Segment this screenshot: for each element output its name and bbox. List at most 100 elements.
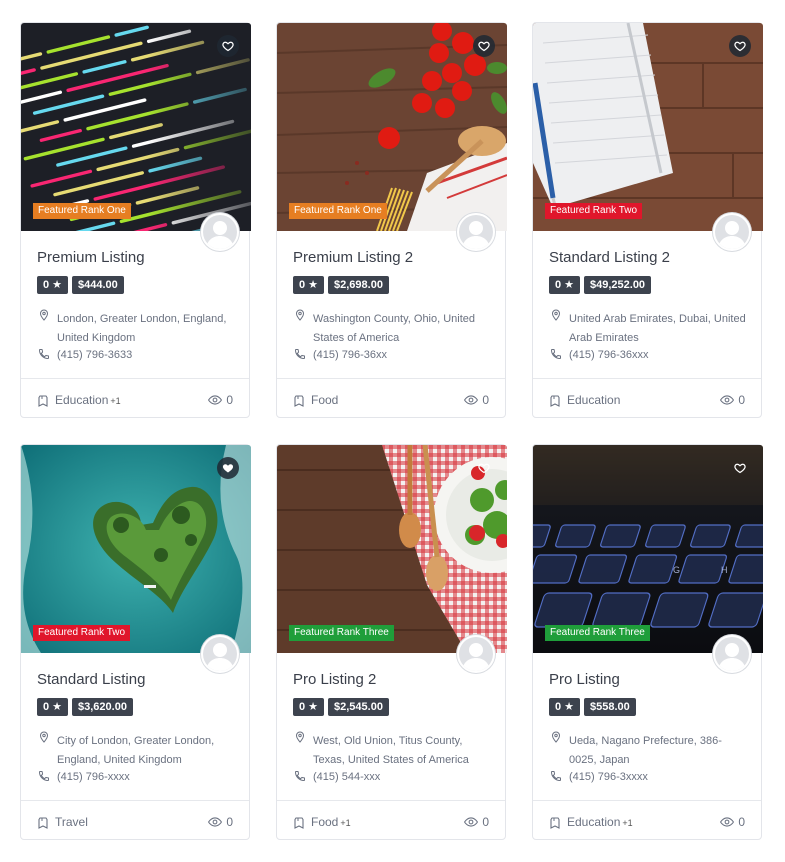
listing-address: London, Greater London, England, United … bbox=[57, 313, 227, 344]
phone-icon bbox=[550, 770, 562, 782]
favorite-heart-icon[interactable] bbox=[729, 35, 751, 57]
card-divider bbox=[21, 378, 249, 379]
favorite-heart-icon[interactable] bbox=[473, 35, 495, 57]
category-more-count[interactable]: +1 bbox=[340, 818, 350, 828]
card-divider bbox=[277, 800, 505, 801]
listing-title[interactable]: Pro Listing 2 bbox=[293, 671, 376, 688]
listing-address: City of London, Greater London, England,… bbox=[57, 735, 215, 766]
category-link[interactable]: Education +1 bbox=[567, 815, 633, 829]
price-chip: $2,545.00 bbox=[328, 698, 389, 716]
listing-card[interactable]: Featured Rank Three Pro Listing 2 0 ★ $2… bbox=[276, 444, 507, 840]
category-link[interactable]: Food bbox=[311, 393, 340, 407]
category-icon bbox=[38, 395, 49, 407]
author-avatar[interactable] bbox=[713, 213, 751, 251]
price-chip: $444.00 bbox=[72, 276, 124, 294]
listing-phone[interactable]: (415) 796-36xxx bbox=[569, 349, 649, 361]
eye-icon bbox=[464, 395, 478, 405]
author-avatar[interactable] bbox=[457, 213, 495, 251]
location-pin-icon bbox=[38, 731, 50, 743]
favorite-heart-icon[interactable] bbox=[217, 457, 239, 479]
location-pin-icon bbox=[294, 309, 306, 321]
author-avatar[interactable] bbox=[201, 635, 239, 673]
rating-chip: 0 ★ bbox=[37, 276, 69, 294]
favorite-heart-icon[interactable] bbox=[473, 457, 495, 479]
svg-text:G: G bbox=[673, 565, 680, 575]
category-icon bbox=[38, 817, 49, 829]
listing-address: Washington County, Ohio, United States o… bbox=[313, 313, 476, 344]
listing-phone[interactable]: (415) 796-36xx bbox=[313, 349, 387, 361]
eye-icon bbox=[464, 817, 478, 827]
card-divider bbox=[21, 800, 249, 801]
author-avatar[interactable] bbox=[201, 213, 239, 251]
card-divider bbox=[533, 378, 761, 379]
eye-icon bbox=[720, 395, 734, 405]
phone-icon bbox=[550, 348, 562, 360]
rating-chip: 0 ★ bbox=[37, 698, 69, 716]
listing-phone[interactable]: (415) 796-3633 bbox=[57, 349, 132, 361]
listing-image-salad-table[interactable] bbox=[277, 445, 507, 653]
featured-rank-badge: Featured Rank Two bbox=[545, 203, 643, 219]
location-pin-icon bbox=[550, 309, 562, 321]
featured-rank-badge: Featured Rank One bbox=[33, 203, 131, 219]
listing-card[interactable]: Featured Rank Two Standard Listing 0 ★ $… bbox=[20, 444, 251, 840]
phone-icon bbox=[38, 348, 50, 360]
view-count: 0 bbox=[720, 815, 745, 829]
view-count: 0 bbox=[208, 815, 233, 829]
listing-card[interactable]: GH Featured Rank Three Pro Listing 0 ★ $… bbox=[532, 444, 763, 840]
category-link[interactable]: Travel bbox=[55, 815, 90, 829]
category-icon bbox=[294, 395, 305, 407]
rating-chip: 0 ★ bbox=[293, 698, 325, 716]
listing-phone[interactable]: (415) 796-xxxx bbox=[57, 771, 130, 783]
listing-phone[interactable]: (415) 544-xxx bbox=[313, 771, 380, 783]
listing-title[interactable]: Standard Listing 2 bbox=[549, 249, 670, 266]
featured-rank-badge: Featured Rank Three bbox=[289, 625, 394, 641]
phone-icon bbox=[38, 770, 50, 782]
listing-title[interactable]: Premium Listing bbox=[37, 249, 145, 266]
author-avatar[interactable] bbox=[713, 635, 751, 673]
category-link[interactable]: Education bbox=[567, 393, 622, 407]
listing-title[interactable]: Standard Listing bbox=[37, 671, 145, 688]
eye-icon bbox=[720, 817, 734, 827]
featured-rank-badge: Featured Rank Two bbox=[33, 625, 131, 641]
phone-icon bbox=[294, 348, 306, 360]
listing-image-notebook[interactable] bbox=[533, 23, 763, 231]
location-pin-icon bbox=[294, 731, 306, 743]
listing-card[interactable]: Featured Rank Two Standard Listing 2 0 ★… bbox=[532, 22, 763, 418]
rating-chip: 0 ★ bbox=[293, 276, 325, 294]
listing-address: Ueda, Nagano Prefecture, 386-0025, Japan bbox=[569, 735, 722, 766]
price-chip: $2,698.00 bbox=[328, 276, 389, 294]
price-chip: $3,620.00 bbox=[72, 698, 133, 716]
rating-chip: 0 ★ bbox=[549, 276, 581, 294]
listing-address: United Arab Emirates, Dubai, United Arab… bbox=[569, 313, 746, 344]
category-more-count[interactable]: +1 bbox=[110, 396, 120, 406]
view-count: 0 bbox=[464, 393, 489, 407]
featured-rank-badge: Featured Rank Three bbox=[545, 625, 650, 641]
view-count: 0 bbox=[720, 393, 745, 407]
svg-text:H: H bbox=[721, 565, 728, 575]
listing-card[interactable]: Featured Rank One Premium Listing 2 0 ★ … bbox=[276, 22, 507, 418]
category-icon bbox=[294, 817, 305, 829]
location-pin-icon bbox=[550, 731, 562, 743]
listing-phone[interactable]: (415) 796-3xxxx bbox=[569, 771, 648, 783]
favorite-heart-icon[interactable] bbox=[217, 35, 239, 57]
location-pin-icon bbox=[38, 309, 50, 321]
author-avatar[interactable] bbox=[457, 635, 495, 673]
category-more-count[interactable]: +1 bbox=[622, 818, 632, 828]
listing-card[interactable]: Featured Rank One Premium Listing 0 ★ $4… bbox=[20, 22, 251, 418]
category-icon bbox=[550, 817, 561, 829]
listing-title[interactable]: Pro Listing bbox=[549, 671, 620, 688]
listing-image-food-board[interactable] bbox=[277, 23, 507, 231]
listing-address: West, Old Union, Titus County, Texas, Un… bbox=[313, 735, 469, 766]
listing-title[interactable]: Premium Listing 2 bbox=[293, 249, 413, 266]
rating-chip: 0 ★ bbox=[549, 698, 581, 716]
view-count: 0 bbox=[208, 393, 233, 407]
price-chip: $558.00 bbox=[584, 698, 636, 716]
phone-icon bbox=[294, 770, 306, 782]
listing-image-code[interactable] bbox=[21, 23, 251, 231]
favorite-heart-icon[interactable] bbox=[729, 457, 751, 479]
listing-image-keyboard[interactable]: GH bbox=[533, 445, 763, 653]
category-link[interactable]: Food +1 bbox=[311, 815, 351, 829]
category-link[interactable]: Education +1 bbox=[55, 393, 121, 407]
listing-image-heart-island[interactable] bbox=[21, 445, 251, 653]
eye-icon bbox=[208, 395, 222, 405]
